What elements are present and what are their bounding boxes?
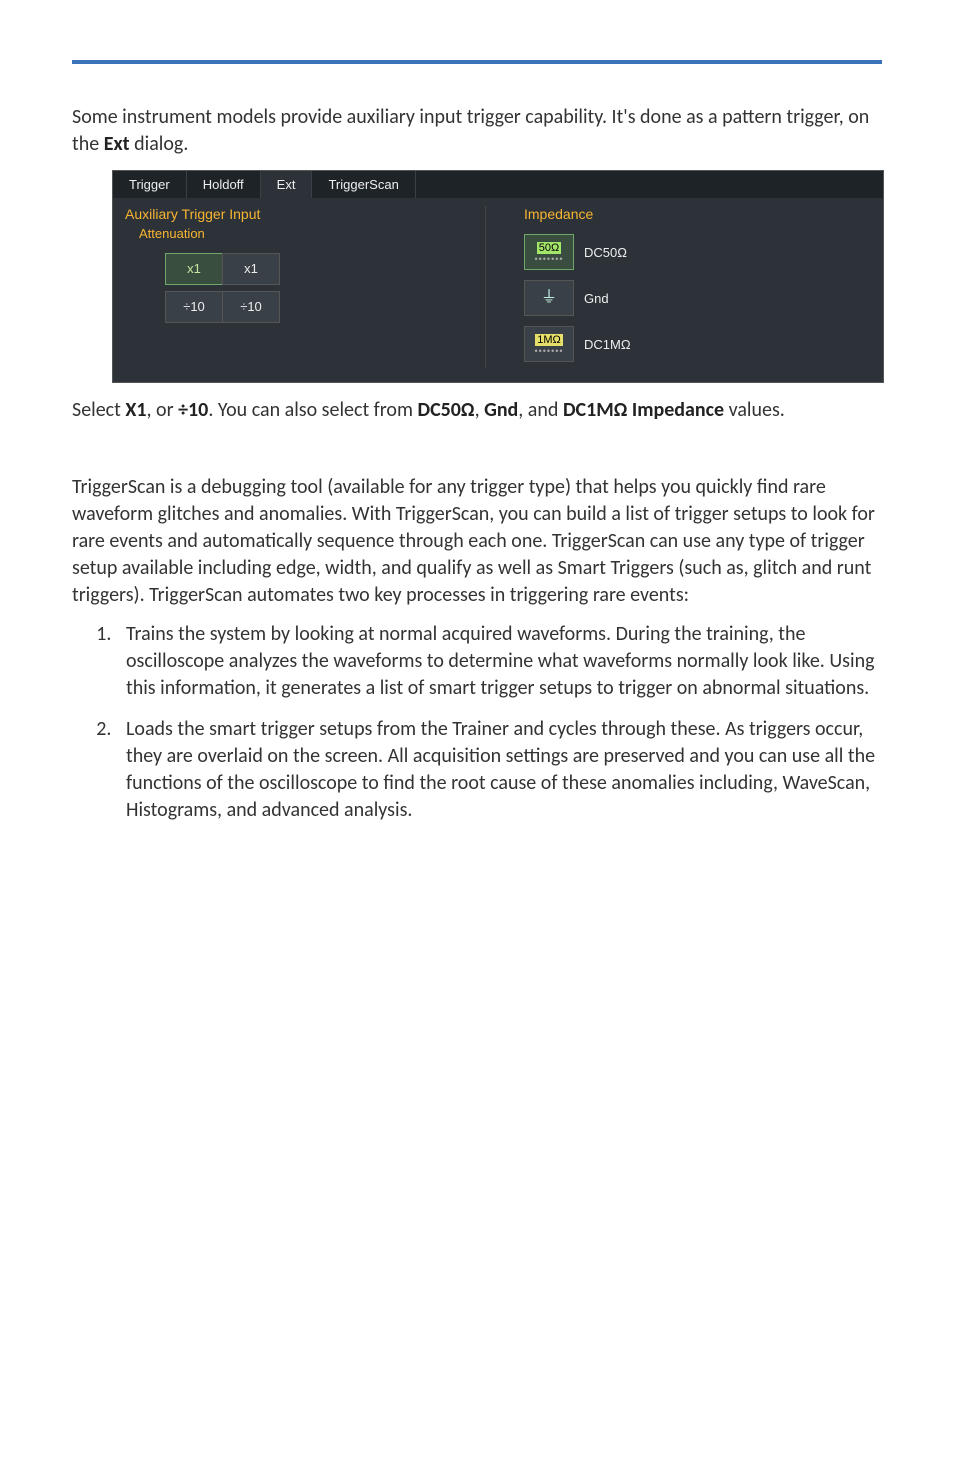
intro-paragraph: Some instrument models provide auxiliary… [72,104,882,158]
header-rule [72,60,882,64]
impedance-50ohm-icon: ••••••• [534,256,563,262]
impedance-gnd-label: Gnd [584,291,609,306]
tab-holdoff[interactable]: Holdoff [187,171,261,198]
intro-text-post: dialog. [130,132,189,156]
attenuation-x1-alt[interactable]: x1 [222,253,280,285]
attenuation-label: Attenuation [125,226,465,241]
impedance-50ohm-label: DC50Ω [584,245,627,260]
figure-caption: Select X1, or ÷10. You can also select f… [72,397,882,424]
impedance-row-50: 50Ω ••••••• DC50Ω [524,234,871,270]
impedance-title: Impedance [506,206,871,222]
impedance-1mohm-button[interactable]: 1MΩ ••••••• [524,326,574,362]
triggerscan-list: Trains the system by looking at normal a… [104,621,882,824]
aux-trigger-input-title: Auxiliary Trigger Input [125,206,465,222]
triggerscan-intro: TriggerScan is a debugging tool (availab… [72,474,882,609]
caption-pre: Select [72,398,125,422]
impedance-gnd-button[interactable]: ⏚ [524,280,574,316]
caption-c1: , [475,398,485,422]
caption-b2: ÷10 [178,398,208,422]
attenuation-row-2: ÷10 ÷10 [165,291,465,323]
tab-triggerscan[interactable]: TriggerScan [312,171,415,198]
caption-c2: , and [518,398,563,422]
caption-b5: DC1MΩ Impedance [563,398,724,422]
caption-b3: DC50Ω [417,398,474,422]
attenuation-row-1: x1 x1 [165,253,465,285]
ground-icon: ⏚ [541,290,557,306]
caption-b4: Gnd [484,398,518,422]
impedance-1mohm-icon: ••••••• [534,348,563,354]
impedance-1mohm-label: DC1MΩ [584,337,631,352]
intro-text-pre: Some instrument models provide auxiliary… [72,105,869,156]
attenuation-div10-alt[interactable]: ÷10 [222,291,280,323]
caption-post: values. [724,398,785,422]
caption-b1: X1 [125,398,146,422]
list-item-1: Trains the system by looking at normal a… [116,621,882,702]
impedance-50ohm-text: 50Ω [537,242,561,254]
ext-dialog-figure: Trigger Holdoff Ext TriggerScan Auxiliar… [112,170,884,383]
impedance-row-gnd: ⏚ Gnd [524,280,871,316]
caption-m2: . You can also select from [208,398,417,422]
tab-ext[interactable]: Ext [261,171,313,198]
caption-m1: , or [147,398,179,422]
impedance-50ohm-button[interactable]: 50Ω ••••••• [524,234,574,270]
dialog-tabs: Trigger Holdoff Ext TriggerScan [113,171,883,198]
tab-trigger[interactable]: Trigger [113,171,187,198]
attenuation-x1-selected[interactable]: x1 [165,253,223,285]
impedance-1mohm-text: 1MΩ [535,334,563,346]
intro-ext-bold: Ext [104,132,130,156]
impedance-row-1m: 1MΩ ••••••• DC1MΩ [524,326,871,362]
list-item-2: Loads the smart trigger setups from the … [116,716,882,824]
attenuation-div10[interactable]: ÷10 [165,291,223,323]
